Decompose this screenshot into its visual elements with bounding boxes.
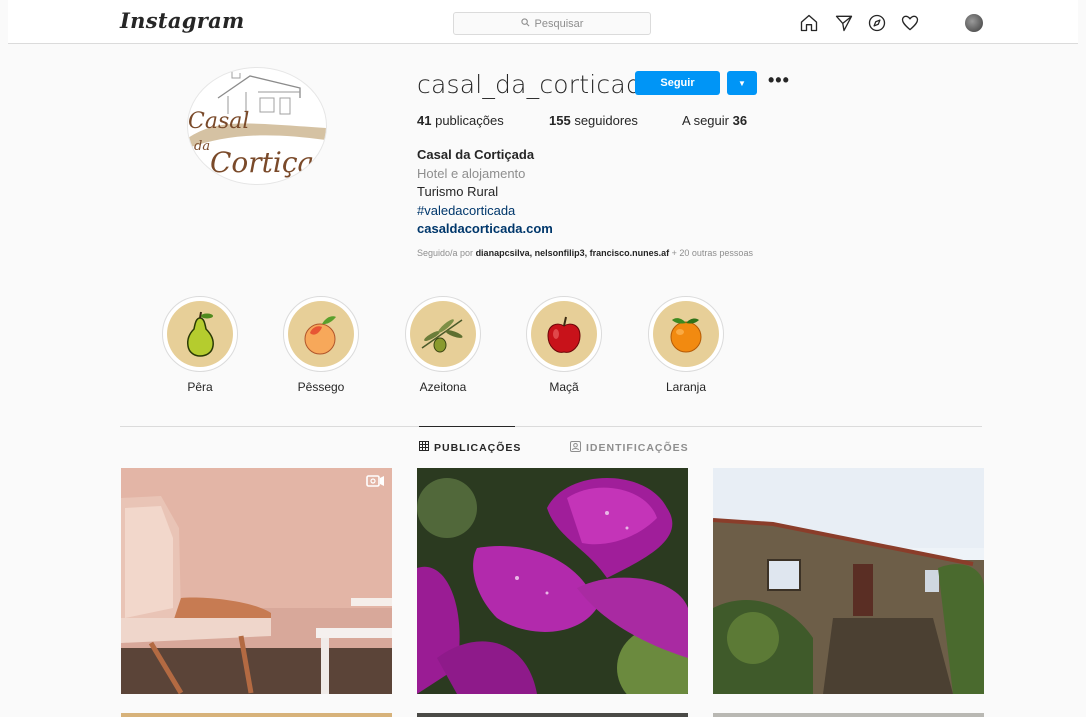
post-thumbnail[interactable]: [417, 468, 688, 694]
explore-icon[interactable]: [867, 13, 887, 33]
profile-website-link[interactable]: casaldacorticada.com: [417, 220, 553, 239]
activity-heart-icon[interactable]: [900, 13, 920, 33]
profile-category: Hotel e alojamento: [417, 165, 526, 181]
instagram-logo[interactable]: Instagram: [120, 8, 245, 33]
highlight-label: Azeitona: [419, 380, 467, 394]
home-icon[interactable]: [799, 13, 819, 33]
following-count[interactable]: A seguir 36: [682, 113, 747, 128]
highlight-label: Maçã: [549, 380, 579, 394]
story-highlight[interactable]: Azeitona: [404, 296, 482, 394]
post-thumbnail[interactable]: [713, 468, 984, 694]
search-input[interactable]: Pesquisar: [453, 12, 651, 35]
tab-label: PUBLICAÇÕES: [434, 441, 522, 454]
story-highlight[interactable]: Pêra: [161, 296, 239, 394]
peach-icon: [304, 316, 336, 355]
post-thumbnail-partial: [713, 713, 984, 717]
highlight-label: Pêssego: [297, 380, 345, 394]
active-tab-indicator: [419, 426, 515, 427]
post-thumbnail[interactable]: [121, 468, 392, 694]
profile-bio: Casal da Cortiçada Hotel e alojamento Tu…: [417, 146, 553, 239]
grid-icon: [419, 441, 429, 454]
pear-icon: [187, 311, 214, 357]
highlight-label: Laranja: [665, 380, 707, 394]
post-thumbnail-partial: [121, 713, 392, 717]
bio-text: Turismo Rural: [417, 184, 499, 199]
story-highlight[interactable]: Laranja: [647, 296, 725, 394]
olive-icon: [421, 319, 463, 353]
profile-full-name: Casal da Cortiçada: [417, 147, 535, 162]
search-placeholder: Pesquisar: [534, 17, 584, 30]
tagged-icon: [570, 441, 581, 455]
more-options-icon[interactable]: •••: [768, 70, 790, 91]
followers-count[interactable]: 155 seguidores: [549, 113, 682, 128]
tab-label: IDENTIFICAÇÕES: [586, 442, 689, 454]
avatar-logo-text: Cortiçada: [210, 146, 326, 179]
top-navigation-bar: Instagram Pesquisar: [8, 0, 1078, 44]
bio-hashtag-link[interactable]: #valedacorticada: [417, 202, 553, 221]
avatar-logo-text: Casal: [188, 109, 249, 134]
posts-count: 41 publicações: [417, 113, 504, 128]
orange-icon: [670, 318, 702, 353]
direct-icon[interactable]: [834, 13, 854, 33]
profile-username: casal_da_corticada: [417, 70, 658, 99]
profile-stats: 41 publicações 155 seguidores A seguir 3…: [417, 113, 747, 128]
chevron-down-icon: ▼: [738, 78, 746, 88]
avatar-logo-text: da: [194, 139, 210, 154]
highlight-label: Pêra: [187, 380, 213, 394]
suggested-dropdown-button[interactable]: ▼: [727, 71, 757, 95]
profile-avatar[interactable]: [965, 14, 983, 32]
search-icon: [520, 17, 530, 30]
story-highlight[interactable]: Pêssego: [282, 296, 360, 394]
profile-picture[interactable]: Casal da Cortiçada: [187, 67, 327, 185]
tabs-divider: [120, 426, 982, 427]
story-highlight[interactable]: Maçã: [525, 296, 603, 394]
tab-publicacoes[interactable]: PUBLICAÇÕES: [419, 441, 521, 454]
apple-icon: [547, 316, 581, 353]
followed-by-text[interactable]: Seguido/a por dianapcsilva, nelsonfilip3…: [417, 248, 753, 258]
follow-button[interactable]: Seguir: [635, 71, 720, 95]
post-thumbnail-partial: [417, 713, 688, 717]
tab-identificacoes[interactable]: IDENTIFICAÇÕES: [570, 441, 689, 455]
